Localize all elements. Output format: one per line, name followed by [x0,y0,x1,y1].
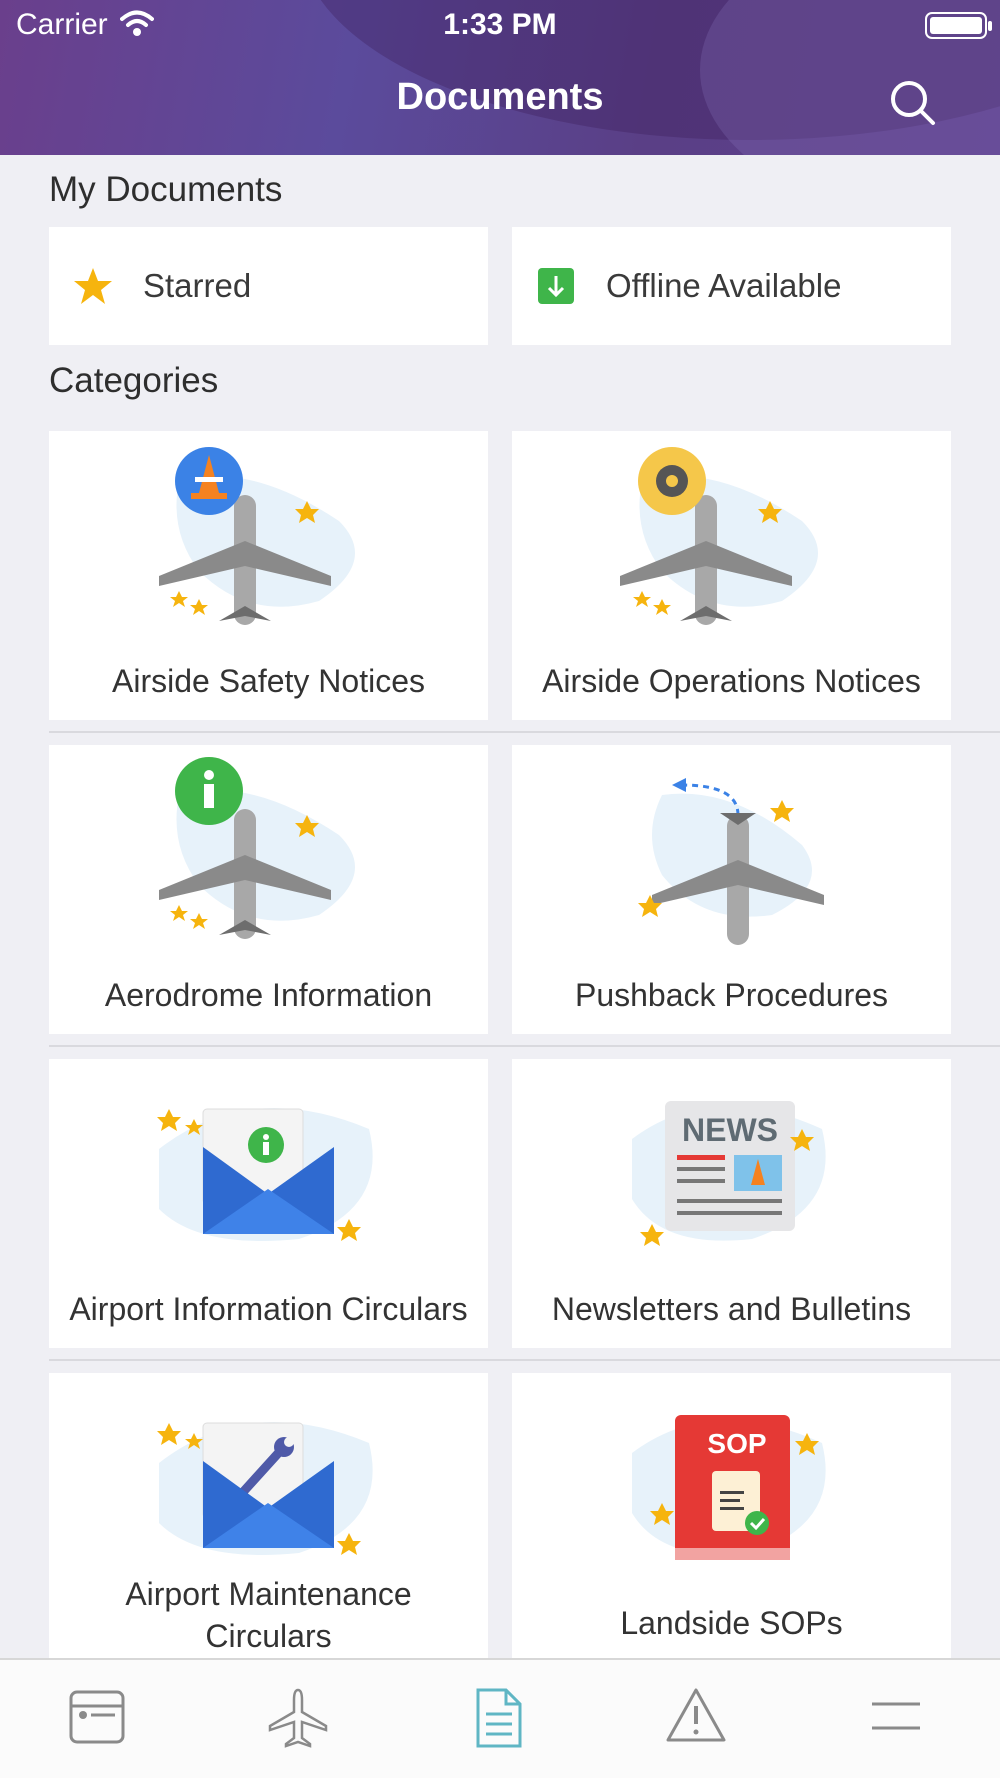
envelope-wrench-icon [157,1422,373,1555]
star-icon [73,266,113,306]
pushback-plane-icon [638,778,824,945]
warning-icon [666,1688,726,1742]
search-icon[interactable] [888,78,938,128]
category-landside-sops[interactable]: SOP Landside SOPs [512,1373,951,1663]
starred-button[interactable]: Starred [49,227,488,345]
row-divider [49,731,1000,733]
tab-bar [0,1658,1000,1778]
category-airside-operations-notices[interactable]: Airside Operations Notices [512,431,951,720]
airplane-icon [268,1688,328,1748]
status-bar: Carrier 1:33 PM [0,0,1000,50]
clock: 1:33 PM [443,8,557,41]
document-icon [476,1688,522,1748]
tab-flights[interactable] [258,1686,338,1758]
my-documents-heading: My Documents [49,170,283,209]
category-label: Airport Information Circulars [69,1291,468,1327]
category-airside-safety-notices[interactable]: Airside Safety Notices [49,431,488,720]
row-divider [49,1359,1000,1361]
envelope-info-icon [157,1108,373,1241]
tab-dashboard[interactable] [57,1686,137,1758]
news-badge: NEWS [682,1112,778,1148]
plane-gear-icon [620,447,818,625]
category-newsletters-and-bulletins[interactable]: NEWS Newsletters and Bulletins [512,1059,951,1348]
header-bar: Carrier 1:33 PM Documents [0,0,1000,155]
category-label: Pushback Procedures [574,977,889,1013]
category-label: Aerodrome Information [104,977,433,1013]
tab-documents[interactable] [458,1686,538,1758]
plane-info-icon [159,757,355,939]
offline-available-button[interactable]: Offline Available [512,227,951,345]
category-airport-maintenance-circulars[interactable]: Airport Maintenance Circulars [49,1373,488,1663]
category-airport-information-circulars[interactable]: Airport Information Circulars [49,1059,488,1348]
plane-cone-icon [159,447,355,625]
categories-heading: Categories [49,361,219,400]
menu-icon [872,1702,920,1730]
category-aerodrome-information[interactable]: Aerodrome Information [49,745,488,1034]
category-label: Landside SOPs [620,1605,843,1641]
category-label: Newsletters and Bulletins [551,1291,912,1327]
download-icon [536,266,576,306]
starred-label: Starred [143,267,252,304]
offline-available-label: Offline Available [606,267,842,304]
row-divider [49,1045,1000,1047]
category-label: Airside Safety Notices [111,663,425,699]
battery-icon [925,12,992,39]
tab-menu[interactable] [856,1686,936,1758]
newspaper-icon: NEWS [632,1101,826,1246]
card-icon [69,1690,125,1744]
tab-alerts[interactable] [656,1686,736,1758]
page-title: Documents [396,76,604,118]
sop-badge: SOP [707,1428,766,1459]
category-label: Airport Maintenance Circulars [125,1576,412,1654]
category-pushback-procedures[interactable]: Pushback Procedures [512,745,951,1034]
category-label: Airside Operations Notices [542,663,921,699]
sop-book-icon: SOP [632,1415,826,1560]
